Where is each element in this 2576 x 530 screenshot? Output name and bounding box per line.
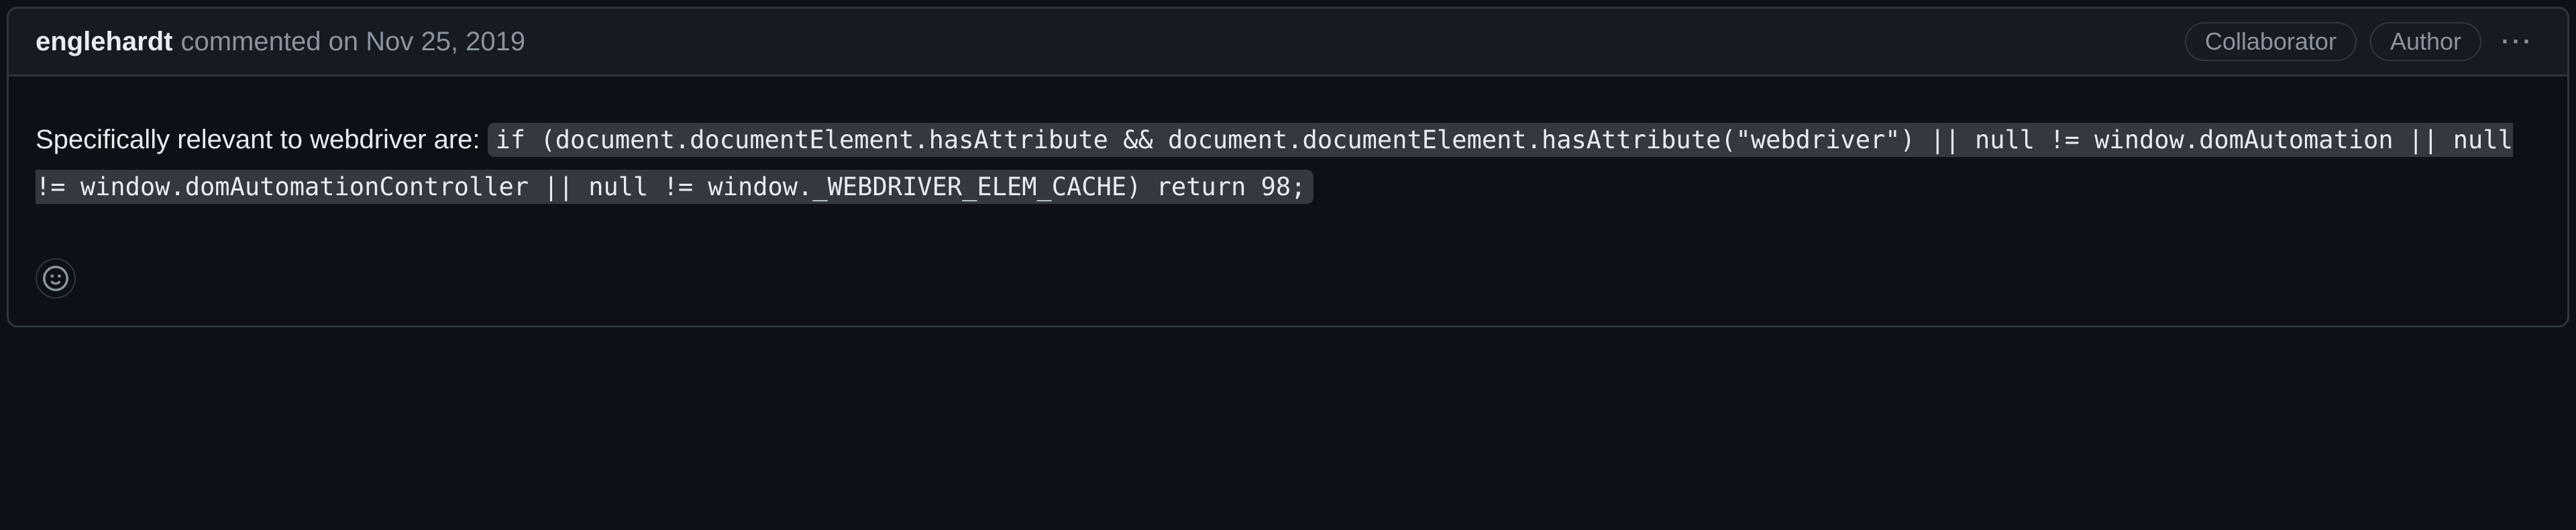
- comment-timestamp[interactable]: Nov 25, 2019: [366, 27, 525, 56]
- kebab-icon[interactable]: ···: [2495, 28, 2540, 56]
- action-word: commented: [180, 27, 321, 56]
- comment-paragraph: Specifically relevant to webdriver are: …: [36, 117, 2540, 211]
- comment-lead-text: Specifically relevant to webdriver are:: [36, 125, 488, 154]
- add-reaction-button[interactable]: [36, 258, 76, 299]
- smiley-icon: [43, 266, 68, 291]
- comment-body: Specifically relevant to webdriver are: …: [9, 76, 2567, 325]
- comment-action-text: commented on Nov 25, 2019: [180, 27, 525, 57]
- timestamp-prefix: on: [329, 27, 359, 56]
- badge-author: Author: [2370, 22, 2481, 61]
- badge-collaborator: Collaborator: [2185, 22, 2357, 61]
- reaction-row: [36, 258, 2540, 299]
- comment-card: englehardt commented on Nov 25, 2019 Col…: [7, 7, 2569, 327]
- author-link[interactable]: englehardt: [36, 27, 172, 57]
- comment-header-left: englehardt commented on Nov 25, 2019: [36, 27, 525, 57]
- comment-header-right: Collaborator Author ···: [2185, 22, 2540, 61]
- comment-header: englehardt commented on Nov 25, 2019 Col…: [9, 9, 2567, 76]
